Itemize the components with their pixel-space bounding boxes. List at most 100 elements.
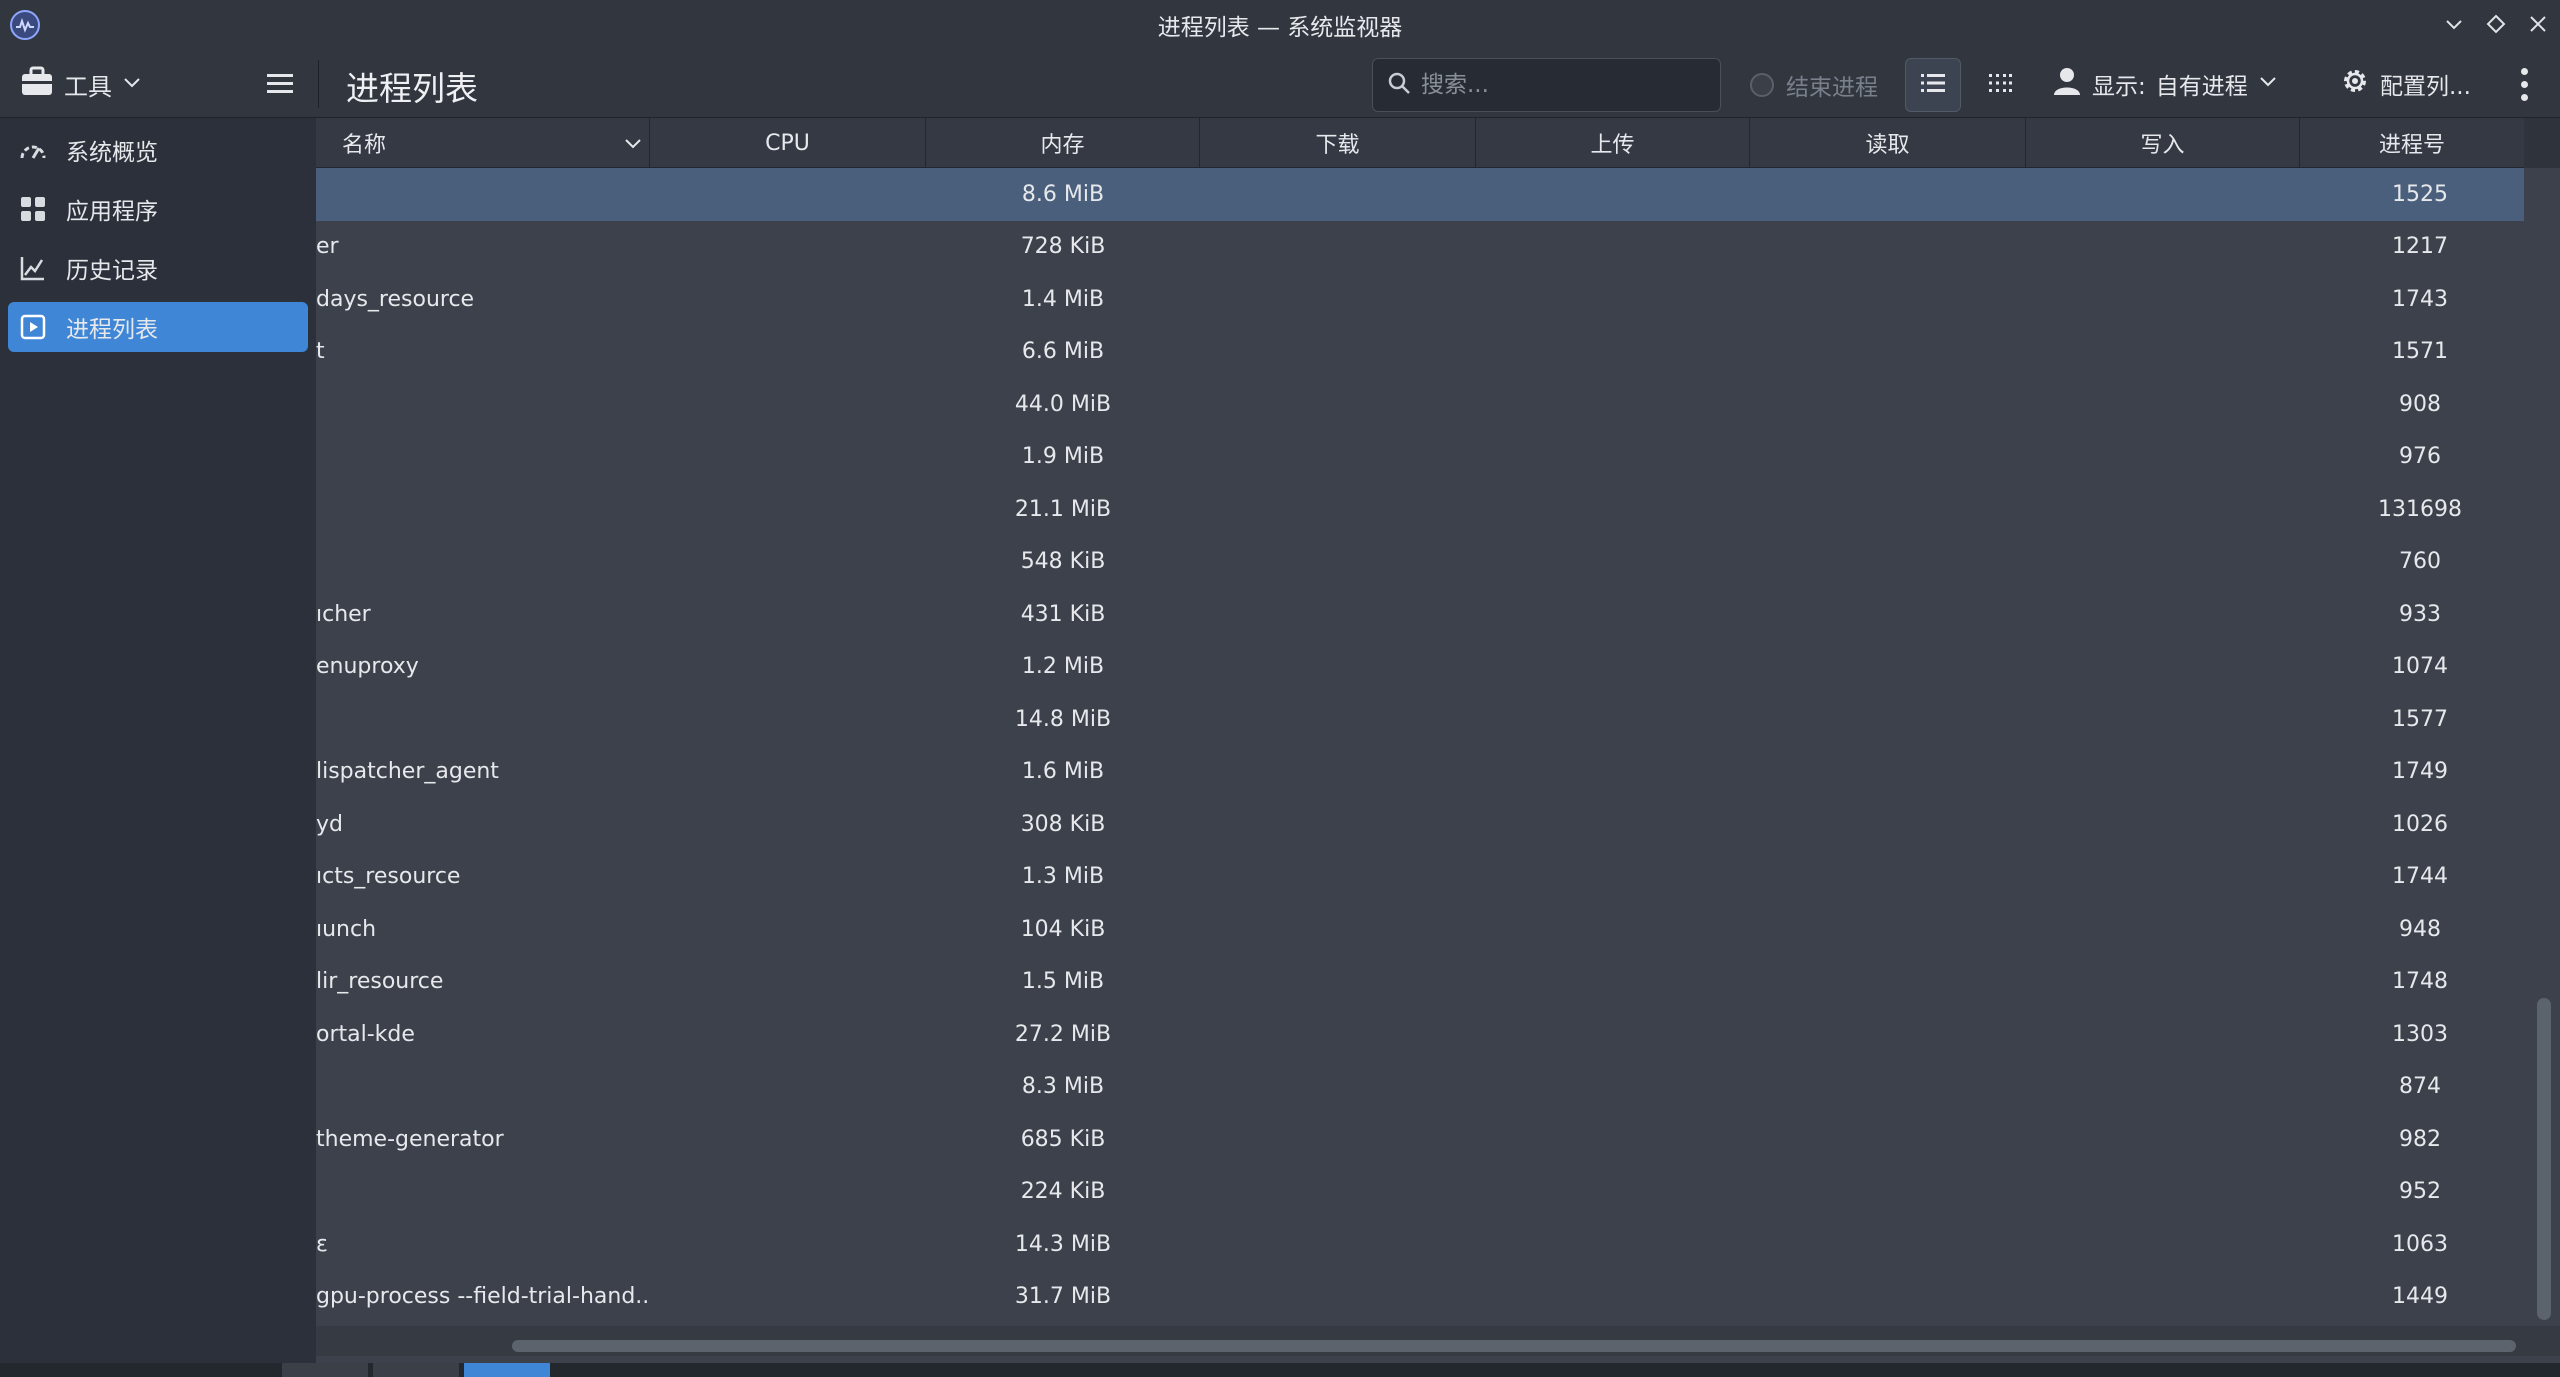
memory-cell: 728 KiB bbox=[1020, 234, 1106, 260]
column-header-label: 读取 bbox=[1865, 133, 1910, 158]
end-process-button[interactable]: 结束进程 bbox=[1750, 68, 1878, 102]
table-row[interactable]: ortal-kde 27.2 MiB 1303 bbox=[316, 1008, 2524, 1061]
pid-cell: 1525 bbox=[2392, 181, 2448, 207]
sidebar-item-overview[interactable]: 系统概览 bbox=[8, 125, 308, 175]
table-row[interactable]: enuproxy 1.2 MiB 1074 bbox=[316, 641, 2524, 694]
table-row[interactable]: t 6.6 MiB 1571 bbox=[316, 326, 2524, 379]
pid-cell: 1748 bbox=[2392, 969, 2448, 995]
table-row[interactable]: ıunch 104 KiB 948 bbox=[316, 903, 2524, 956]
table-row[interactable]: ıcher 431 KiB 933 bbox=[316, 588, 2524, 641]
process-name-cell bbox=[316, 536, 650, 589]
columns-view-icon bbox=[1987, 72, 2013, 98]
search-icon bbox=[1387, 71, 1411, 99]
table-header: 名称 CPU 内存 下载 上传 读取 写入 进程号 bbox=[316, 118, 2524, 168]
pid-cell: 1063 bbox=[2392, 1231, 2448, 1257]
column-header-read[interactable]: 读取 bbox=[1750, 118, 2026, 168]
pid-cell: 1449 bbox=[2392, 1284, 2448, 1310]
table-row[interactable]: yd 308 KiB 1026 bbox=[316, 798, 2524, 851]
column-header-download[interactable]: 下载 bbox=[1200, 118, 1476, 168]
process-table: 名称 CPU 内存 下载 上传 读取 写入 进程号 8.6 MiB 1525 er 7… bbox=[316, 118, 2560, 1363]
process-name-cell bbox=[316, 483, 650, 536]
search-input[interactable] bbox=[1421, 72, 1701, 98]
table-row[interactable]: er 728 KiB 1217 bbox=[316, 221, 2524, 274]
header-corner bbox=[2524, 118, 2560, 168]
pid-cell: 1749 bbox=[2392, 759, 2448, 785]
minimize-icon[interactable] bbox=[2442, 10, 2466, 38]
status-segment-active bbox=[464, 1363, 550, 1377]
process-name-cell: ıunch bbox=[316, 916, 377, 942]
table-row[interactable]: 8.6 MiB 1525 bbox=[316, 168, 2524, 221]
display-label: 显示: bbox=[2092, 74, 2146, 100]
memory-cell: 6.6 MiB bbox=[1021, 339, 1105, 365]
page-title: 进程列表 bbox=[346, 69, 478, 108]
table-row[interactable]: lir_resource 1.5 MiB 1748 bbox=[316, 956, 2524, 1009]
process-name-cell: er bbox=[316, 234, 339, 260]
table-row[interactable]: 1.9 MiB 976 bbox=[316, 431, 2524, 484]
table-row[interactable]: 224 KiB 952 bbox=[316, 1166, 2524, 1219]
tools-menu-button[interactable]: 工具 bbox=[20, 64, 142, 104]
column-header-memory[interactable]: 内存 bbox=[926, 118, 1200, 168]
process-name-cell: ıcher bbox=[316, 601, 371, 627]
sidebar-item-process-list[interactable]: 进程列表 bbox=[8, 302, 308, 352]
table-row[interactable]: 21.1 MiB 131698 bbox=[316, 483, 2524, 536]
process-name-cell bbox=[316, 693, 650, 746]
pid-cell: 1026 bbox=[2392, 811, 2448, 837]
table-row[interactable]: 8.3 MiB 874 bbox=[316, 1061, 2524, 1114]
sidebar-item-applications[interactable]: 应用程序 bbox=[8, 184, 308, 234]
chevron-down-icon bbox=[2258, 71, 2278, 97]
memory-cell: 14.3 MiB bbox=[1014, 1231, 1112, 1257]
memory-cell: 1.5 MiB bbox=[1021, 969, 1105, 995]
memory-cell: 431 KiB bbox=[1020, 601, 1106, 627]
table-row[interactable]: 14.8 MiB 1577 bbox=[316, 693, 2524, 746]
tools-label: 工具 bbox=[64, 72, 112, 101]
process-name-cell: lir_resource bbox=[316, 969, 444, 995]
sidebar-item-label: 应用程序 bbox=[66, 199, 158, 225]
close-icon[interactable] bbox=[2526, 10, 2550, 38]
overview-icon bbox=[18, 135, 48, 165]
table-row[interactable]: days_resource 1.4 MiB 1743 bbox=[316, 273, 2524, 326]
sidebar-item-history[interactable]: 历史记录 bbox=[8, 243, 308, 293]
table-row[interactable]: ıcts_resource 1.3 MiB 1744 bbox=[316, 851, 2524, 904]
table-row[interactable]: theme-generator 685 KiB 982 bbox=[316, 1113, 2524, 1166]
hamburger-menu-icon[interactable] bbox=[262, 66, 298, 102]
columns-view-button[interactable] bbox=[1972, 58, 2028, 112]
pid-cell: 1074 bbox=[2392, 654, 2448, 680]
configure-columns-button[interactable]: 配置列... bbox=[2340, 64, 2471, 104]
horizontal-scrollbar[interactable] bbox=[512, 1340, 2516, 1352]
table-row[interactable]: 548 KiB 760 bbox=[316, 536, 2524, 589]
column-header-label: CPU bbox=[765, 130, 810, 156]
process-name-cell: enuproxy bbox=[316, 654, 419, 680]
display-filter-dropdown[interactable]: 显示: 自有进程 bbox=[2052, 64, 2278, 104]
process-name-cell: ortal-kde bbox=[316, 1021, 415, 1047]
process-name-cell bbox=[316, 168, 650, 221]
process-name-cell: yd bbox=[316, 811, 343, 837]
pid-cell: 948 bbox=[2399, 916, 2441, 942]
display-value: 自有进程 bbox=[2155, 74, 2248, 100]
column-header-write[interactable]: 写入 bbox=[2026, 118, 2300, 168]
column-header-label: 内存 bbox=[1040, 133, 1085, 158]
table-row[interactable]: 44.0 MiB 908 bbox=[316, 378, 2524, 431]
column-header-upload[interactable]: 上传 bbox=[1476, 118, 1750, 168]
vertical-scrollbar[interactable] bbox=[2537, 998, 2551, 1320]
toolbar: 工具 进程列表 结束进程 显示: 自有进程 bbox=[0, 50, 2560, 118]
memory-cell: 1.2 MiB bbox=[1021, 654, 1105, 680]
memory-cell: 31.7 MiB bbox=[1014, 1284, 1112, 1310]
memory-cell: 1.6 MiB bbox=[1021, 759, 1105, 785]
table-row[interactable]: lispatcher_agent 1.6 MiB 1749 bbox=[316, 746, 2524, 799]
more-options-icon[interactable] bbox=[2512, 64, 2536, 104]
pid-cell: 1577 bbox=[2392, 706, 2448, 732]
pid-cell: 1303 bbox=[2392, 1021, 2448, 1047]
maximize-icon[interactable] bbox=[2484, 10, 2508, 38]
pid-cell: 933 bbox=[2399, 601, 2441, 627]
configure-columns-label: 配置列... bbox=[2380, 74, 2471, 100]
column-header-label: 上传 bbox=[1590, 133, 1635, 158]
column-header-pid[interactable]: 进程号 bbox=[2300, 118, 2524, 168]
column-header-name[interactable]: 名称 bbox=[316, 118, 650, 168]
process-name-cell bbox=[316, 431, 650, 484]
list-view-button[interactable] bbox=[1905, 58, 1961, 112]
table-row[interactable]: ε 14.3 MiB 1063 bbox=[316, 1218, 2524, 1271]
search-box[interactable] bbox=[1372, 58, 1721, 112]
table-row[interactable]: gpu-process --field-trial-hand... 31.7 Mi… bbox=[316, 1271, 2524, 1324]
user-icon bbox=[2052, 66, 2082, 102]
column-header-cpu[interactable]: CPU bbox=[650, 118, 926, 168]
